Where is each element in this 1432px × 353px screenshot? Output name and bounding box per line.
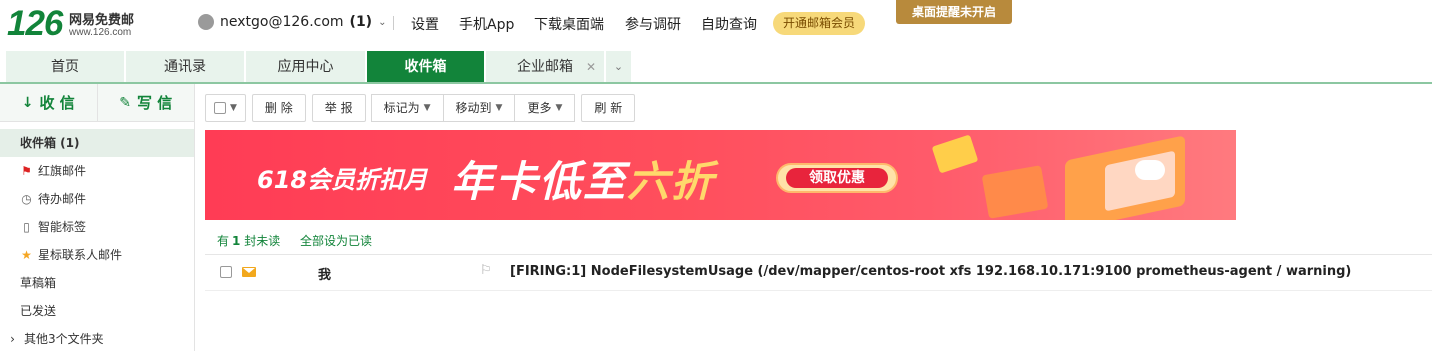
folder-label: 星标联系人邮件 bbox=[38, 248, 123, 262]
receive-button[interactable]: ↓ 收 信 bbox=[0, 84, 97, 121]
mark-as-label: 标记为 bbox=[383, 101, 420, 115]
banner-cta-button[interactable]: 领取优惠 bbox=[776, 163, 898, 193]
account-unread-count: (1) bbox=[349, 14, 373, 30]
move-to-label: 移动到 bbox=[455, 101, 492, 115]
more-label: 更多 bbox=[527, 101, 552, 115]
avatar-icon bbox=[198, 14, 214, 30]
mark-as-dropdown[interactable]: 标记为 ▼ bbox=[370, 94, 444, 122]
folder-flagged[interactable]: ⚑ 红旗邮件 bbox=[0, 157, 194, 185]
folder-todo[interactable]: ◷ 待办邮件 bbox=[0, 185, 194, 213]
folder-sent[interactable]: 已发送 bbox=[0, 297, 194, 325]
select-all-checkbox[interactable] bbox=[214, 102, 226, 114]
unread-count: 1 bbox=[232, 234, 241, 248]
unread-count-text: 有1 封未读 bbox=[217, 234, 288, 248]
folder-list: 收件箱 (1) ⚑ 红旗邮件 ◷ 待办邮件 ▯ 智能标签 ★ 星标联系人邮件 草… bbox=[0, 122, 194, 353]
tab-label: 企业邮箱 bbox=[517, 59, 573, 75]
unread-prefix: 有 bbox=[217, 234, 230, 248]
sidebar-actions: ↓ 收 信 ✎ 写 信 bbox=[0, 84, 194, 122]
logo[interactable]: 126 bbox=[7, 4, 63, 44]
mail-subject: [FIRING:1] NodeFilesystemUsage (/dev/map… bbox=[510, 264, 1352, 279]
sidebar: ↓ 收 信 ✎ 写 信 收件箱 (1) ⚑ 红旗邮件 ◷ 待办邮件 ▯ 智能标签… bbox=[0, 84, 195, 351]
logo-name: 网易免费邮 bbox=[69, 13, 135, 28]
move-to-dropdown[interactable]: 移动到 ▼ bbox=[442, 94, 516, 122]
promo-banner[interactable]: 618会员折扣月 年卡低至六折 领取优惠 bbox=[205, 130, 1236, 220]
chevron-down-icon: ▼ bbox=[555, 103, 563, 113]
nav-survey[interactable]: 参与调研 bbox=[625, 14, 681, 34]
tab-app-center[interactable]: 应用中心 bbox=[246, 51, 365, 83]
star-icon: ★ bbox=[21, 248, 32, 262]
folder-label: 待办邮件 bbox=[38, 192, 87, 206]
logo-url: www.126.com bbox=[69, 27, 132, 38]
folder-starred-contacts[interactable]: ★ 星标联系人邮件 bbox=[0, 241, 194, 269]
toolbar: ▼ 删 除 举 报 标记为 ▼ 移动到 ▼ 更多 ▼ 刷 新 bbox=[205, 94, 636, 122]
cloud-decoration bbox=[1135, 160, 1165, 180]
folder-inbox[interactable]: 收件箱 (1) bbox=[0, 129, 194, 157]
nav-download-desktop[interactable]: 下载桌面端 bbox=[534, 14, 604, 34]
desktop-remind-button[interactable]: 桌面提醒未开启 bbox=[896, 0, 1012, 24]
unread-suffix: 封未读 bbox=[244, 234, 281, 248]
vip-button[interactable]: 开通邮箱会员 bbox=[773, 12, 866, 35]
banner-cta-label: 领取优惠 bbox=[786, 168, 888, 188]
tab-contacts[interactable]: 通讯录 bbox=[126, 51, 244, 83]
unread-envelope-icon bbox=[242, 267, 256, 277]
tab-bar: 首页 通讯录 应用中心 收件箱 企业邮箱 ✕ ⌄ bbox=[6, 51, 631, 83]
folder-drafts[interactable]: 草稿箱 bbox=[0, 269, 194, 297]
tab-home[interactable]: 首页 bbox=[6, 51, 124, 83]
chevron-down-icon: ⌄ bbox=[378, 16, 387, 28]
folder-other[interactable]: › 其他3个文件夹 bbox=[0, 325, 194, 353]
mail-row[interactable]: 我 ⚐ [FIRING:1] NodeFilesystemUsage (/dev… bbox=[205, 255, 1432, 291]
chevron-down-icon: ▼ bbox=[230, 103, 237, 113]
toolbar-dropdown-group: 标记为 ▼ 移动到 ▼ 更多 ▼ bbox=[370, 94, 576, 122]
receive-label: 收 信 bbox=[39, 94, 75, 112]
folder-label: 草稿箱 bbox=[20, 276, 57, 290]
nav-settings[interactable]: 设置 bbox=[411, 14, 439, 34]
banner-headline: 年卡低至六折 bbox=[451, 148, 715, 209]
banner-headline-a: 年卡低至 bbox=[451, 157, 628, 206]
nav-self-service[interactable]: 自助查询 bbox=[701, 14, 757, 34]
flag-icon: ⚑ bbox=[21, 164, 32, 178]
mail-sender: 我 bbox=[318, 268, 332, 283]
nav-mobile-app[interactable]: 手机App bbox=[459, 14, 514, 34]
account-email: nextgo@126.com bbox=[220, 14, 344, 30]
chevron-right-icon: › bbox=[10, 332, 15, 346]
inbox-download-icon: ↓ bbox=[21, 94, 34, 111]
folder-label: 其他3个文件夹 bbox=[24, 332, 104, 346]
tab-inbox[interactable]: 收件箱 bbox=[367, 51, 484, 83]
folder-label: 收件箱 (1) bbox=[20, 136, 80, 150]
folder-label: 红旗邮件 bbox=[38, 164, 87, 178]
more-dropdown[interactable]: 更多 ▼ bbox=[514, 94, 576, 122]
refresh-button[interactable]: 刷 新 bbox=[581, 94, 636, 122]
divider bbox=[393, 16, 394, 30]
flag-icon[interactable]: ⚐ bbox=[480, 263, 492, 278]
account-menu[interactable]: nextgo@126.com (1) ⌄ bbox=[198, 14, 386, 30]
tag-icon: ▯ bbox=[23, 220, 30, 234]
banner-promo-text: 618会员折扣月 bbox=[257, 166, 428, 194]
coupon-decoration bbox=[981, 165, 1049, 219]
close-icon[interactable]: ✕ bbox=[586, 51, 596, 83]
compose-button[interactable]: ✎ 写 信 bbox=[96, 84, 195, 121]
folder-label: 智能标签 bbox=[38, 220, 87, 234]
delete-button[interactable]: 删 除 bbox=[251, 94, 306, 122]
folder-smart-tags[interactable]: ▯ 智能标签 bbox=[0, 213, 194, 241]
mark-all-read-link[interactable]: 全部设为已读 bbox=[300, 234, 372, 248]
top-bar: 126 网易免费邮 www.126.com nextgo@126.com (1)… bbox=[0, 0, 1432, 46]
coupon-decoration bbox=[931, 134, 979, 174]
tab-enterprise-mail[interactable]: 企业邮箱 ✕ bbox=[486, 51, 604, 83]
chevron-down-icon: ▼ bbox=[423, 103, 431, 113]
mail-list-pane: ▼ 删 除 举 报 标记为 ▼ 移动到 ▼ 更多 ▼ 刷 新 618会员折扣月 … bbox=[205, 84, 1432, 351]
banner-headline-b: 六折 bbox=[627, 157, 716, 206]
folder-label: 已发送 bbox=[20, 304, 57, 318]
unread-summary: 有1 封未读 全部设为已读 bbox=[217, 232, 380, 249]
clock-icon: ◷ bbox=[21, 192, 32, 206]
chevron-down-icon: ▼ bbox=[495, 103, 503, 113]
report-button[interactable]: 举 报 bbox=[311, 94, 366, 122]
tab-more-chevron-icon[interactable]: ⌄ bbox=[606, 51, 631, 83]
select-all-dropdown[interactable]: ▼ bbox=[205, 94, 246, 122]
compose-label: 写 信 bbox=[137, 94, 173, 112]
pencil-icon: ✎ bbox=[119, 94, 131, 111]
mail-checkbox[interactable] bbox=[220, 266, 232, 278]
